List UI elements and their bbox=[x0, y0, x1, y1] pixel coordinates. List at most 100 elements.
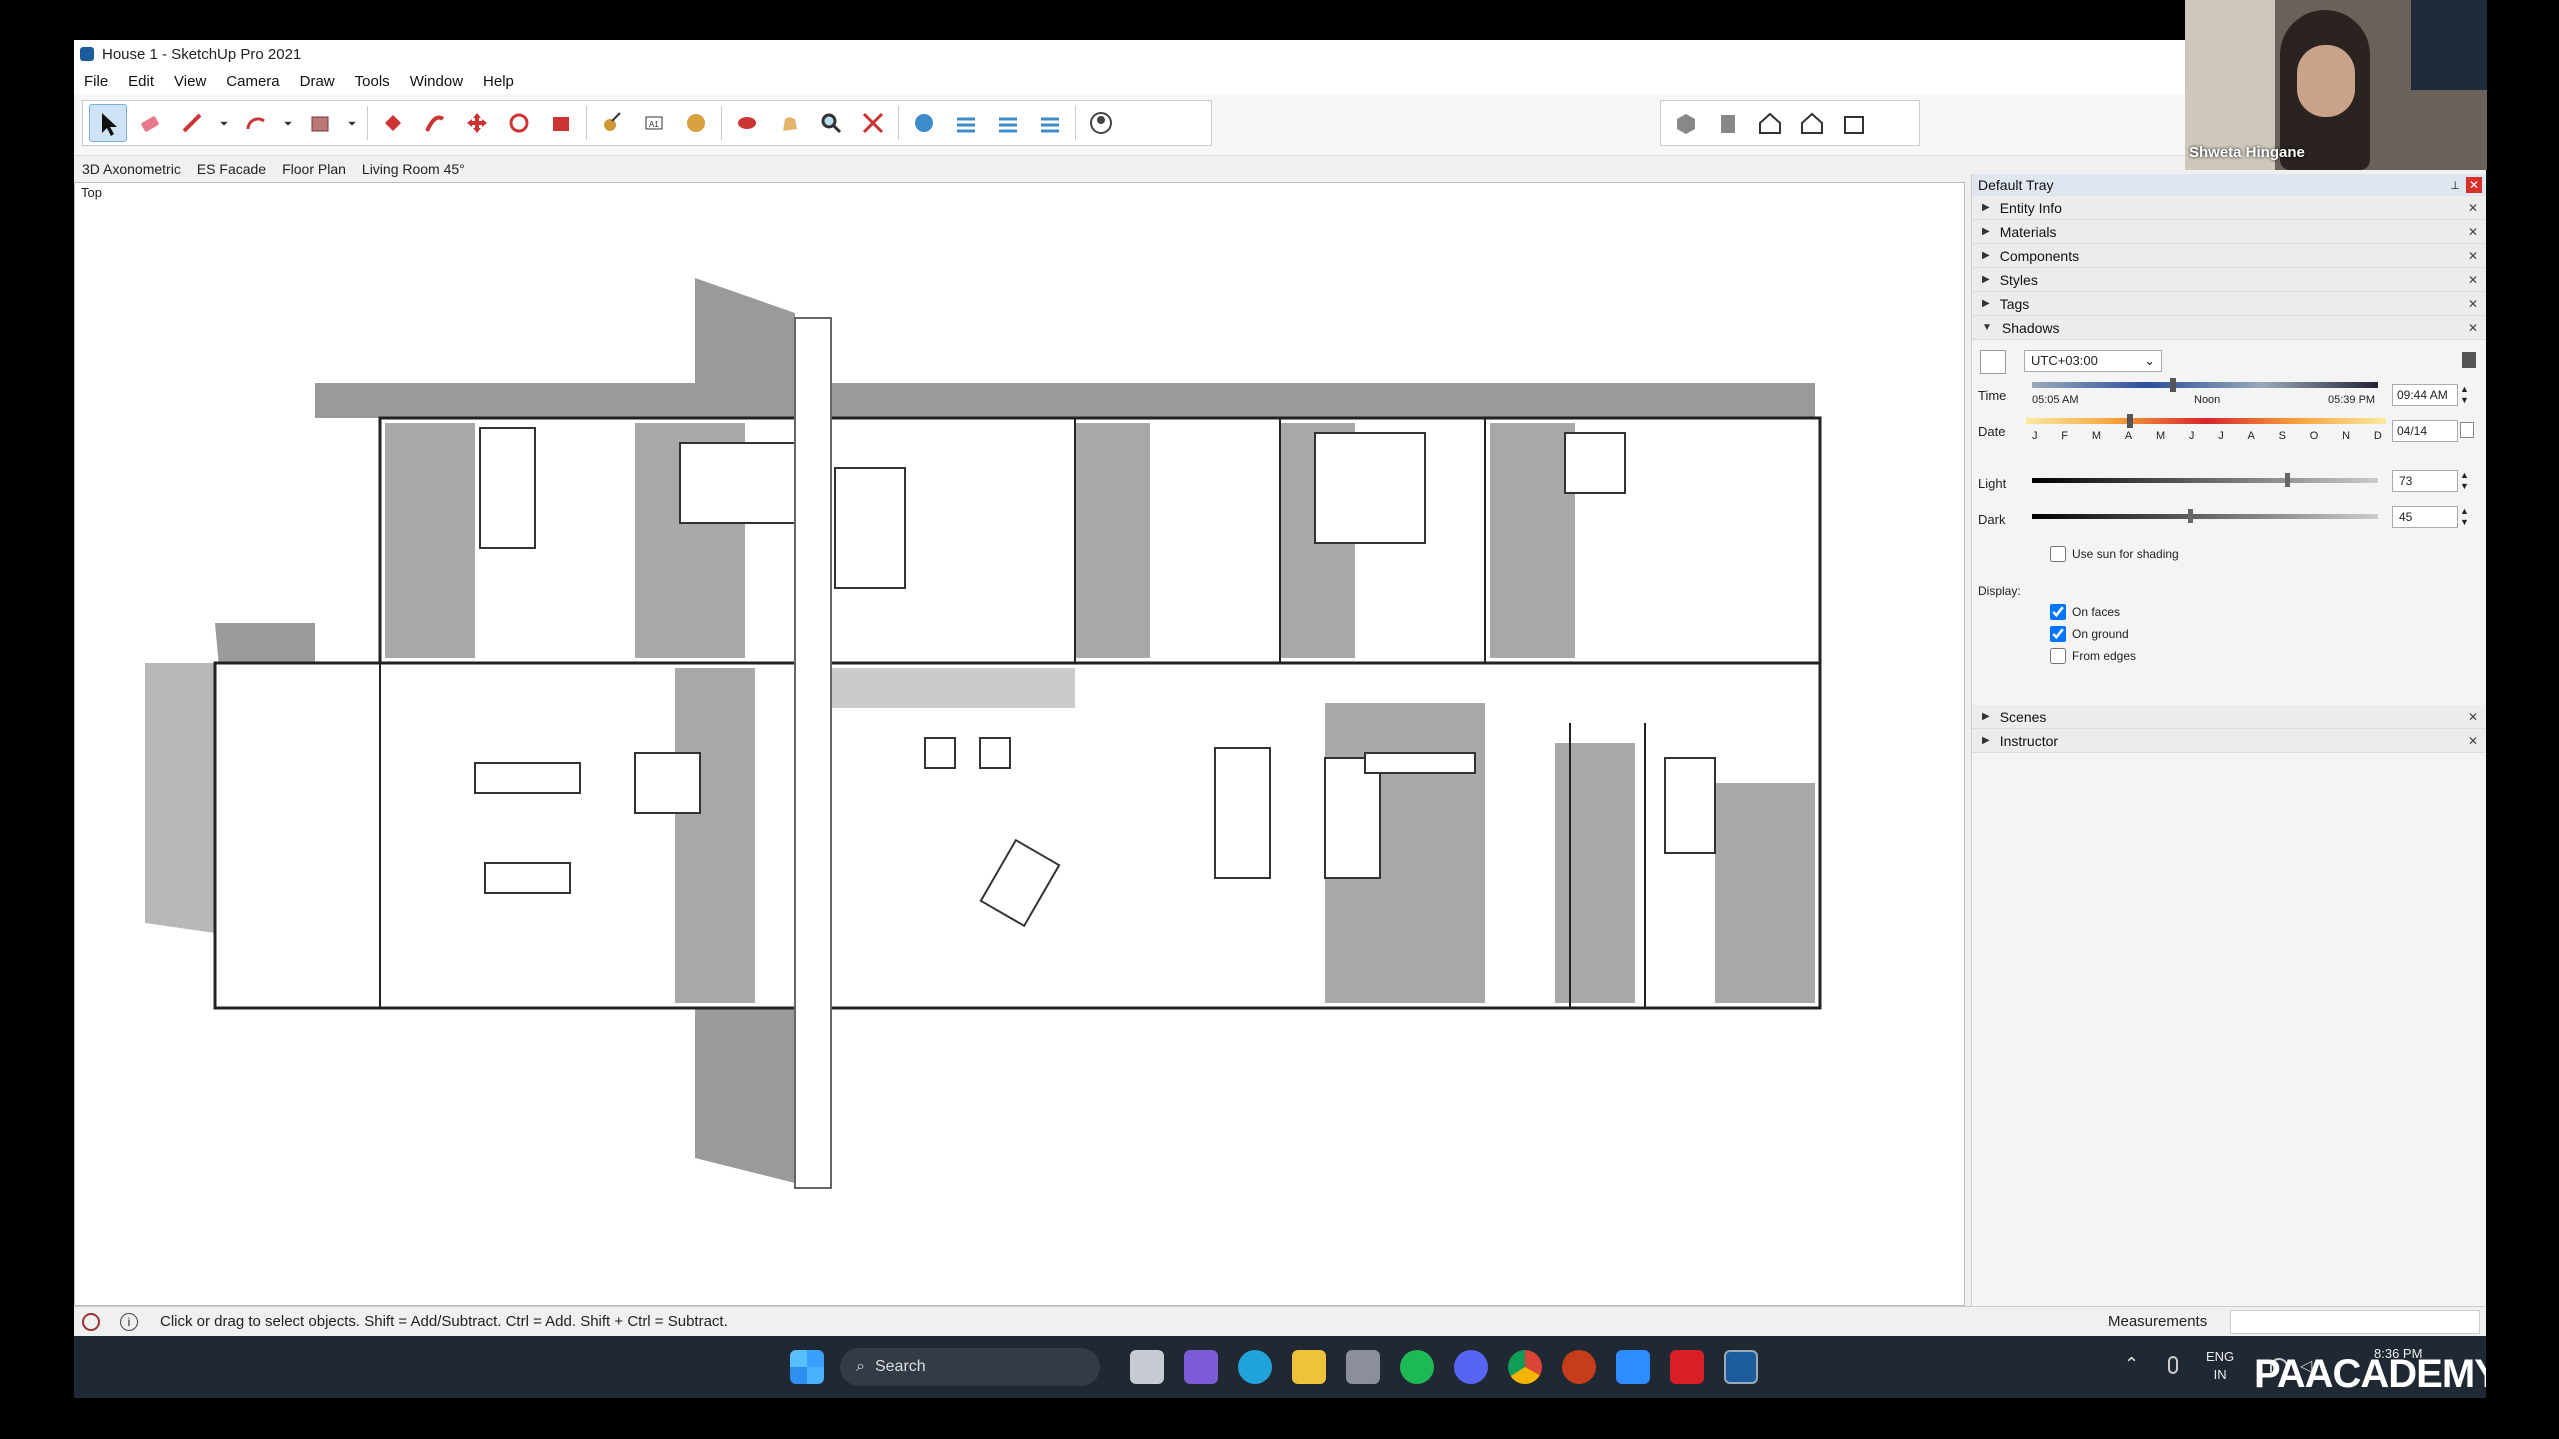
close-icon[interactable]: ✕ bbox=[2468, 273, 2478, 287]
scene-tab-es-facade[interactable]: ES Facade bbox=[189, 158, 274, 180]
calendar-icon[interactable] bbox=[2460, 422, 2474, 438]
on-faces-checkbox[interactable] bbox=[2050, 604, 2066, 620]
file-explorer-icon[interactable] bbox=[1292, 1350, 1326, 1384]
rectangle-icon[interactable] bbox=[301, 104, 339, 142]
time-spinner-icon[interactable]: ▲ ▼ bbox=[2460, 384, 2469, 406]
section-fill-icon[interactable] bbox=[989, 104, 1027, 142]
close-icon[interactable]: ✕ bbox=[2468, 249, 2478, 263]
light-input[interactable]: 73 bbox=[2392, 470, 2458, 492]
panel-scenes[interactable]: ▶ Scenes ✕ bbox=[1972, 705, 2486, 729]
paint-bucket-icon[interactable] bbox=[677, 104, 715, 142]
rotate-icon[interactable] bbox=[500, 104, 538, 142]
geo-location-icon[interactable] bbox=[82, 1312, 100, 1331]
powerpoint-icon[interactable] bbox=[1562, 1350, 1596, 1384]
sketchup-taskbar-icon[interactable] bbox=[1724, 1350, 1758, 1384]
time-input[interactable]: 09:44 AM bbox=[2392, 384, 2458, 406]
top-view-icon[interactable] bbox=[1751, 104, 1789, 142]
copilot-icon[interactable] bbox=[1184, 1350, 1218, 1384]
timezone-select[interactable]: UTC+03:00 ⌄ bbox=[2024, 350, 2162, 372]
close-icon[interactable]: ✕ bbox=[2468, 225, 2478, 239]
taskbar-search[interactable]: ⌕ Search bbox=[840, 1348, 1100, 1386]
panel-instructor[interactable]: ▶ Instructor ✕ bbox=[1972, 729, 2486, 753]
time-slider-thumb[interactable] bbox=[2170, 378, 2177, 392]
info-icon[interactable]: i bbox=[120, 1312, 138, 1331]
orbit-icon[interactable] bbox=[728, 104, 766, 142]
light-spinner-icon[interactable]: ▲ ▼ bbox=[2460, 470, 2469, 492]
section-plane-icon[interactable] bbox=[905, 104, 943, 142]
spotify-icon[interactable] bbox=[1400, 1350, 1434, 1384]
dropdown-arrow-icon[interactable] bbox=[279, 104, 297, 142]
menu-file[interactable]: File bbox=[74, 73, 118, 90]
acrobat-icon[interactable] bbox=[1670, 1350, 1704, 1384]
tray-close-icon[interactable]: ✕ bbox=[2466, 177, 2482, 193]
panel-components[interactable]: ▶ Components ✕ bbox=[1972, 244, 2486, 268]
date-input[interactable]: 04/14 bbox=[2392, 420, 2458, 442]
menu-tools[interactable]: Tools bbox=[345, 73, 400, 90]
date-slider[interactable] bbox=[2026, 418, 2386, 424]
follow-me-icon[interactable] bbox=[416, 104, 454, 142]
dark-slider-thumb[interactable] bbox=[2187, 509, 2193, 523]
measurements-box[interactable] bbox=[2230, 1310, 2480, 1334]
panel-shadows[interactable]: ▼ Shadows ✕ bbox=[1972, 316, 2486, 340]
dropdown-arrow-icon[interactable] bbox=[215, 104, 233, 142]
dark-slider[interactable] bbox=[2032, 514, 2378, 519]
iso-view-icon[interactable] bbox=[1667, 104, 1705, 142]
chrome-icon[interactable] bbox=[1508, 1350, 1542, 1384]
date-slider-thumb[interactable] bbox=[2126, 414, 2133, 428]
select-icon[interactable] bbox=[89, 104, 127, 142]
panel-entity-info[interactable]: ▶ Entity Info ✕ bbox=[1972, 196, 2486, 220]
arc-icon[interactable] bbox=[237, 104, 275, 142]
text-icon[interactable]: A1 bbox=[635, 104, 673, 142]
light-slider-thumb[interactable] bbox=[2284, 473, 2290, 487]
windows-start-icon[interactable] bbox=[790, 1350, 824, 1384]
close-icon[interactable]: ✕ bbox=[2468, 734, 2478, 748]
language-indicator[interactable]: ENG IN bbox=[2206, 1348, 2234, 1384]
dark-input[interactable]: 45 bbox=[2392, 506, 2458, 528]
panel-tags[interactable]: ▶ Tags ✕ bbox=[1972, 292, 2486, 316]
pencil-icon[interactable] bbox=[173, 104, 211, 142]
panel-materials[interactable]: ▶ Materials ✕ bbox=[1972, 220, 2486, 244]
push-pull-icon[interactable] bbox=[374, 104, 412, 142]
dark-spinner-icon[interactable]: ▲ ▼ bbox=[2460, 506, 2469, 528]
dropdown-arrow-icon[interactable] bbox=[343, 104, 361, 142]
menu-view[interactable]: View bbox=[164, 73, 216, 90]
section-cut-icon[interactable] bbox=[1031, 104, 1069, 142]
menu-window[interactable]: Window bbox=[400, 73, 473, 90]
close-icon[interactable]: ✕ bbox=[2468, 321, 2478, 335]
menu-camera[interactable]: Camera bbox=[216, 73, 289, 90]
model-viewport[interactable]: Top bbox=[74, 182, 1965, 1306]
eraser-icon[interactable] bbox=[131, 104, 169, 142]
move-icon[interactable] bbox=[458, 104, 496, 142]
pan-icon[interactable] bbox=[770, 104, 808, 142]
menu-help[interactable]: Help bbox=[473, 73, 524, 90]
back-view-icon[interactable] bbox=[1835, 104, 1873, 142]
task-view-icon[interactable] bbox=[1130, 1350, 1164, 1384]
scene-tab-3d-axonometric[interactable]: 3D Axonometric bbox=[74, 158, 189, 180]
tape-measure-icon[interactable] bbox=[593, 104, 631, 142]
home-view-icon[interactable] bbox=[1793, 104, 1831, 142]
scene-tab-living-room[interactable]: Living Room 45° bbox=[354, 158, 473, 180]
edge-icon[interactable] bbox=[1238, 1350, 1272, 1384]
time-slider[interactable] bbox=[2032, 382, 2378, 388]
close-icon[interactable]: ✕ bbox=[2468, 201, 2478, 215]
from-edges-checkbox[interactable] bbox=[2050, 648, 2066, 664]
sun-direction-icon[interactable] bbox=[2462, 352, 2476, 368]
zoom-icon[interactable] bbox=[1616, 1350, 1650, 1384]
menu-edit[interactable]: Edit bbox=[118, 73, 164, 90]
microphone-icon[interactable] bbox=[2168, 1356, 2178, 1374]
scene-tab-floor-plan[interactable]: Floor Plan bbox=[274, 158, 354, 180]
zoom-icon[interactable] bbox=[812, 104, 850, 142]
use-sun-checkbox[interactable] bbox=[2050, 546, 2066, 562]
zoom-extents-icon[interactable] bbox=[854, 104, 892, 142]
close-icon[interactable]: ✕ bbox=[2468, 710, 2478, 724]
close-icon[interactable]: ✕ bbox=[2468, 297, 2478, 311]
panel-styles[interactable]: ▶ Styles ✕ bbox=[1972, 268, 2486, 292]
discord-icon[interactable] bbox=[1454, 1350, 1488, 1384]
light-slider[interactable] bbox=[2032, 478, 2378, 483]
on-ground-checkbox[interactable] bbox=[2050, 626, 2066, 642]
scale-icon[interactable] bbox=[542, 104, 580, 142]
app-icon[interactable] bbox=[1346, 1350, 1380, 1384]
front-view-icon[interactable] bbox=[1709, 104, 1747, 142]
account-icon[interactable] bbox=[1082, 104, 1120, 142]
toggle-shadows-button[interactable] bbox=[1980, 350, 2006, 374]
